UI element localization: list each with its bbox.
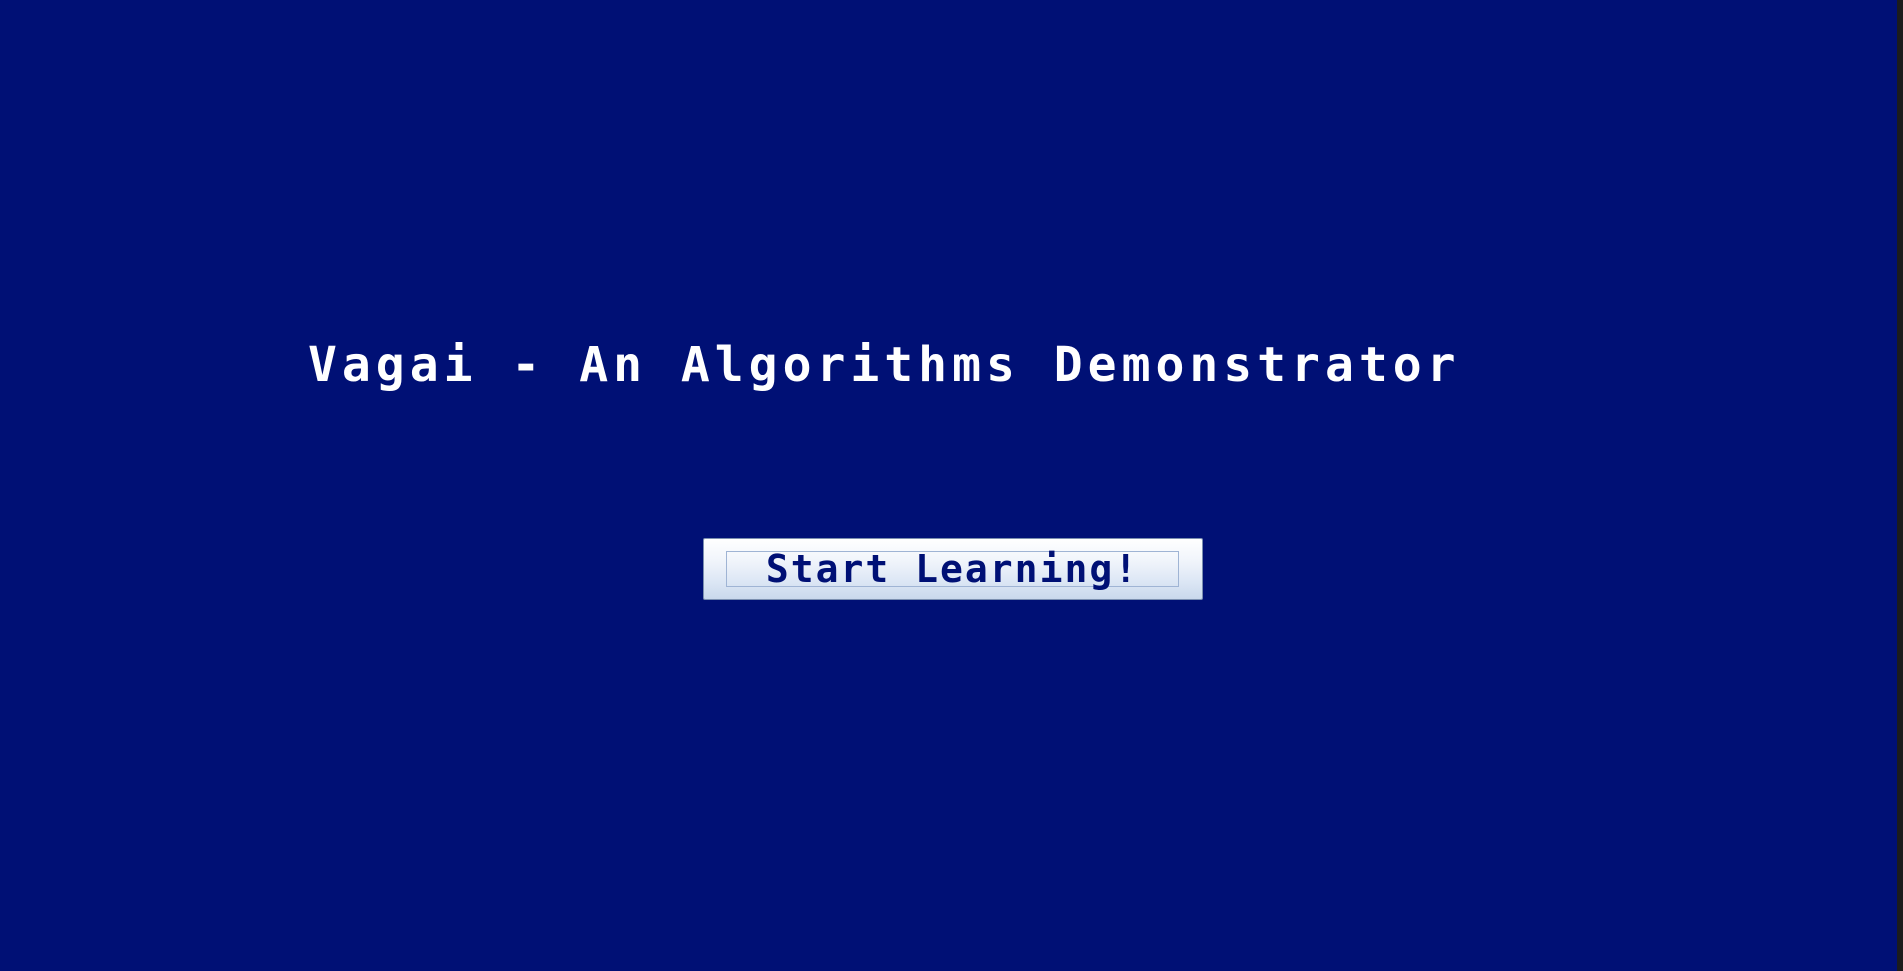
window-edge [1897, 0, 1903, 971]
start-learning-button-label: Start Learning! [726, 550, 1179, 588]
app-title: Vagai - An Algorithms Demonstrator [308, 337, 1461, 393]
start-learning-button[interactable]: Start Learning! [703, 538, 1203, 600]
app-window: Vagai - An Algorithms Demonstrator Start… [0, 0, 1897, 971]
